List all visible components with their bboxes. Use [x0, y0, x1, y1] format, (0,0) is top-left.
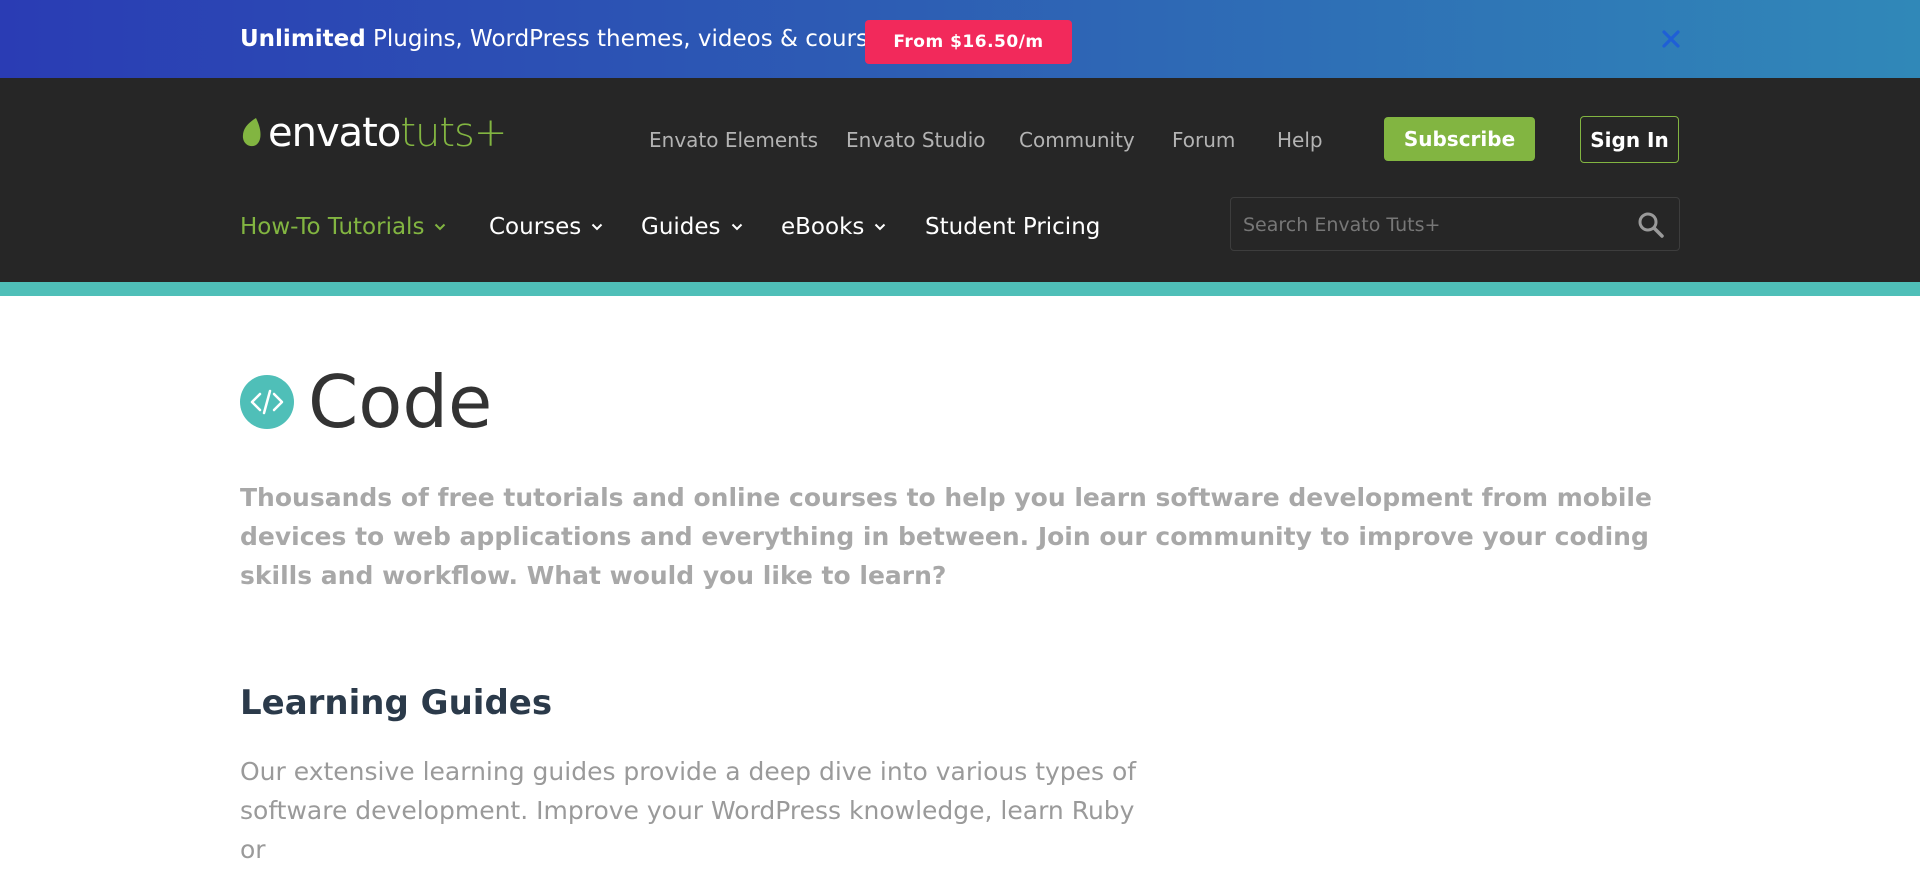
code-icon	[240, 375, 294, 429]
envato-tuts-logo[interactable]: envato tuts+	[240, 110, 507, 156]
nav-how-to-tutorials[interactable]: How-To Tutorials	[240, 214, 446, 240]
sign-in-button[interactable]: Sign In	[1580, 116, 1679, 163]
search-icon[interactable]	[1637, 211, 1665, 239]
chevron-down-icon	[592, 223, 603, 231]
close-icon[interactable]	[1660, 28, 1682, 50]
site-header	[0, 78, 1920, 282]
nav-ebooks[interactable]: eBooks	[781, 214, 886, 240]
promo-pricing-button[interactable]: From $16.50/m	[865, 20, 1072, 64]
search-box	[1230, 197, 1680, 251]
subscribe-button[interactable]: Subscribe	[1384, 117, 1535, 161]
header-accent-bar	[0, 282, 1920, 296]
learning-guides-description: Our extensive learning guides provide a …	[240, 757, 1137, 864]
nav-label: Guides	[641, 214, 721, 240]
nav-label: Student Pricing	[925, 214, 1101, 240]
page-title: Code	[308, 360, 493, 444]
logo-envato-text: envato	[268, 110, 401, 156]
top-nav-community[interactable]: Community	[1019, 128, 1135, 152]
nav-label: eBooks	[781, 214, 865, 240]
learning-guides-heading: Learning Guides	[240, 683, 553, 723]
nav-label: How-To Tutorials	[240, 214, 425, 240]
chevron-down-icon	[731, 223, 742, 231]
promo-body-text: Plugins, WordPress themes, videos & cour…	[373, 26, 904, 52]
top-nav-envato-studio[interactable]: Envato Studio	[846, 128, 986, 152]
chevron-down-icon	[435, 223, 446, 231]
logo-tuts-text: tuts+	[400, 110, 507, 156]
nav-student-pricing[interactable]: Student Pricing	[925, 214, 1100, 240]
leaf-icon	[242, 118, 261, 147]
nav-courses[interactable]: Courses	[489, 214, 603, 240]
chevron-down-icon	[875, 223, 886, 231]
top-nav-help[interactable]: Help	[1277, 128, 1323, 152]
promo-bar: Unlimited Plugins, WordPress themes, vid…	[0, 0, 1920, 78]
top-nav-forum[interactable]: Forum	[1172, 128, 1235, 152]
promo-bold-text: Unlimited	[240, 26, 366, 52]
search-input[interactable]	[1243, 212, 1623, 238]
nav-guides[interactable]: Guides	[641, 214, 743, 240]
page-intro: Thousands of free tutorials and online c…	[240, 483, 1652, 590]
nav-label: Courses	[489, 214, 582, 240]
top-nav-envato-elements[interactable]: Envato Elements	[649, 128, 818, 152]
promo-text: Unlimited Plugins, WordPress themes, vid…	[240, 26, 903, 52]
